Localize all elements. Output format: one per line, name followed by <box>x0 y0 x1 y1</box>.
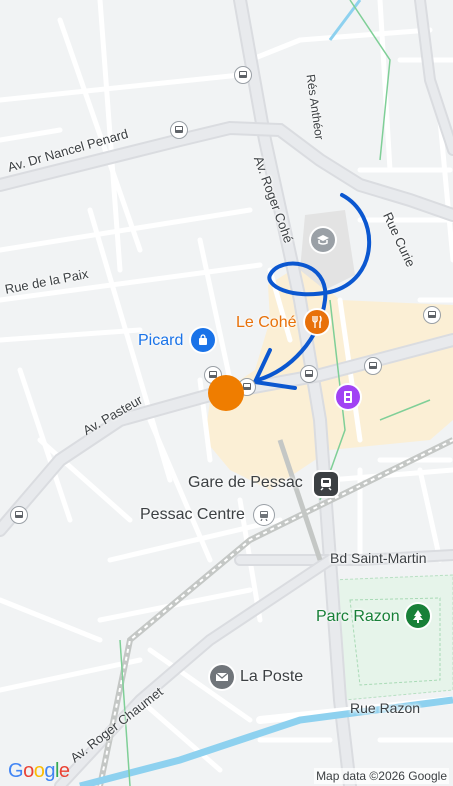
street-label-rue-razon: Rue Razon <box>350 700 421 716</box>
bus-stop-icon[interactable] <box>10 506 28 524</box>
tram-icon[interactable] <box>254 505 274 525</box>
shopping-bag-icon[interactable] <box>191 328 215 352</box>
school-icon[interactable] <box>311 228 335 252</box>
place-label-parc-razon[interactable]: Parc Razon <box>316 608 400 626</box>
park-area <box>329 574 453 701</box>
bus-stop-icon[interactable] <box>423 306 441 324</box>
train-station-icon[interactable] <box>314 472 338 496</box>
bus-stop-icon[interactable] <box>364 357 382 375</box>
current-location-marker[interactable] <box>208 375 244 411</box>
map-canvas[interactable]: Av. Dr Nancel Penard Av. Roger Cohé Rés … <box>0 0 453 786</box>
bus-stop-icon[interactable] <box>300 365 318 383</box>
place-label-le-cohe[interactable]: Le Cohé <box>236 314 297 332</box>
place-label-gare-de-pessac[interactable]: Gare de Pessac <box>188 474 303 492</box>
google-logo: Google <box>8 760 70 782</box>
cinema-icon[interactable] <box>336 385 360 409</box>
place-label-pessac-centre[interactable]: Pessac Centre <box>140 506 245 524</box>
street-label-bd-saint-martin: Bd Saint-Martin <box>330 550 427 566</box>
place-label-la-poste[interactable]: La Poste <box>240 668 303 686</box>
restaurant-icon[interactable] <box>305 310 329 334</box>
mail-icon[interactable] <box>210 665 234 689</box>
bus-stop-icon[interactable] <box>170 121 188 139</box>
map-attribution[interactable]: Map data ©2026 Google <box>314 768 449 784</box>
tree-icon[interactable] <box>406 604 430 628</box>
place-label-picard[interactable]: Picard <box>138 332 183 350</box>
bus-stop-icon[interactable] <box>234 66 252 84</box>
